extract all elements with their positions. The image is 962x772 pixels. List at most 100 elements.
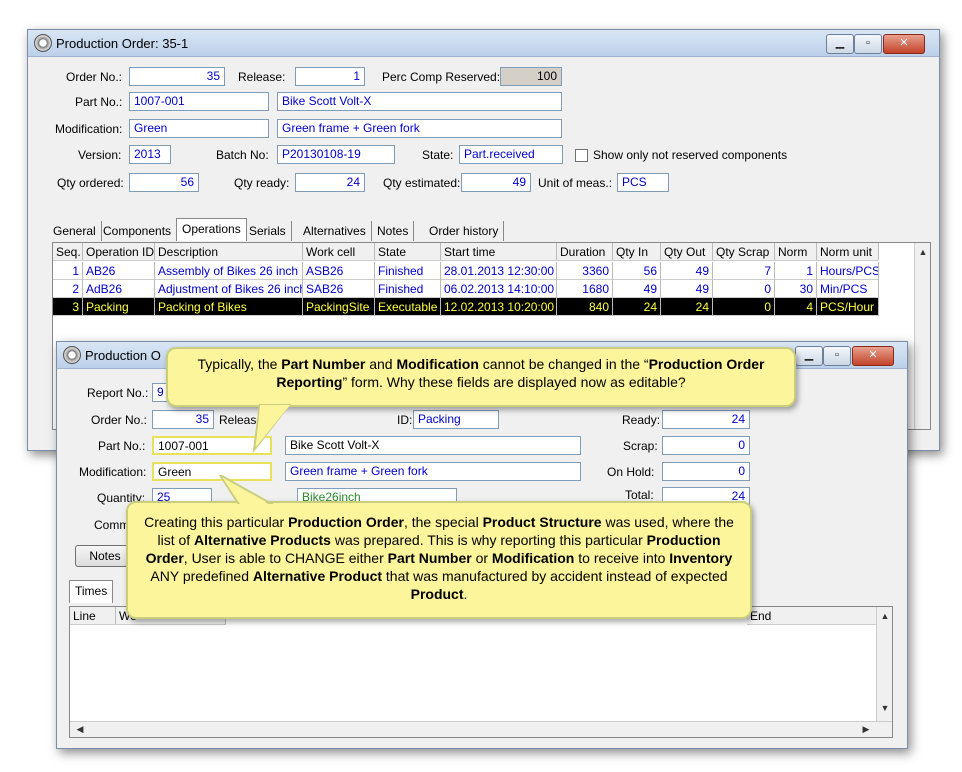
table-row-1-cell-9[interactable]: 7 xyxy=(713,262,775,280)
table-row-3-cell-3[interactable]: PackingSite xyxy=(303,298,375,316)
release-field[interactable]: 1 xyxy=(295,67,365,86)
table-row-2-cell-3[interactable]: SAB26 xyxy=(303,280,375,298)
tab-operations[interactable]: Operations xyxy=(176,218,247,241)
times-grid: Line Wo End ▲ ▼ ◀ ▶ xyxy=(69,606,893,738)
report-close-button[interactable]: ✕ xyxy=(852,346,894,366)
table-row-2-cell-4[interactable]: Finished xyxy=(375,280,441,298)
tab-components[interactable]: Components xyxy=(98,221,178,241)
tab-serials[interactable]: Serials xyxy=(244,221,292,241)
times-scroll-up-icon[interactable]: ▲ xyxy=(877,611,892,621)
table-row-1-cell-4[interactable]: Finished xyxy=(375,262,441,280)
times-vertical-scrollbar[interactable]: ▲ ▼ xyxy=(876,607,892,721)
table-row-2-cell-5[interactable]: 06.02.2013 14:10:00 xyxy=(441,280,557,298)
table-row-2-cell-6[interactable]: 1680 xyxy=(557,280,613,298)
grid-header-cell-9[interactable]: Qty Scrap xyxy=(713,243,775,261)
report-order-no-field[interactable]: 35 xyxy=(152,410,214,429)
table-row-3-cell-6[interactable]: 840 xyxy=(557,298,613,316)
qty-estimated-field[interactable]: 49 xyxy=(461,173,531,192)
grid-header-cell-11[interactable]: Norm unit xyxy=(817,243,879,261)
table-row-1-cell-8[interactable]: 49 xyxy=(661,262,713,280)
table-row-1-cell-0[interactable]: 1 xyxy=(53,262,83,280)
grid-header-cell-8[interactable]: Qty Out xyxy=(661,243,713,261)
state-field[interactable]: Part.received xyxy=(459,145,563,164)
table-row-1-cell-2[interactable]: Assembly of Bikes 26 inch xyxy=(155,262,303,280)
table-row-2-cell-9[interactable]: 0 xyxy=(713,280,775,298)
grid-header-cell-7[interactable]: Qty In xyxy=(613,243,661,261)
report-minimize-button[interactable]: ▁ xyxy=(795,346,823,366)
table-row-2-cell-2[interactable]: Adjustment of Bikes 26 inch xyxy=(155,280,303,298)
tab-times[interactable]: Times xyxy=(69,580,114,603)
table-row-2-cell-7[interactable]: 49 xyxy=(613,280,661,298)
state-label: State: xyxy=(422,148,454,162)
ready-field[interactable]: 24 xyxy=(662,410,750,429)
version-field[interactable]: 2013 xyxy=(129,145,171,164)
table-row-2-cell-11[interactable]: Min/PCS xyxy=(817,280,879,298)
title-bar[interactable]: Production Order: 35-1 ▁ ▫ ✕ xyxy=(28,30,939,57)
minimize-button[interactable]: ▁ xyxy=(826,34,854,54)
table-row-1-cell-7[interactable]: 56 xyxy=(613,262,661,280)
batch-no-label: Batch No: xyxy=(216,148,269,162)
table-row-2-cell-8[interactable]: 49 xyxy=(661,280,713,298)
table-row-3-cell-7[interactable]: 24 xyxy=(613,298,661,316)
qty-ready-field[interactable]: 24 xyxy=(295,173,365,192)
table-row-3-cell-5[interactable]: 12.02.2013 10:20:00 xyxy=(441,298,557,316)
qty-ordered-field[interactable]: 56 xyxy=(129,173,199,192)
table-row-3-cell-1[interactable]: Packing xyxy=(83,298,155,316)
scrap-field[interactable]: 0 xyxy=(662,436,750,455)
table-row-3-cell-4[interactable]: Executable xyxy=(375,298,441,316)
grid-header-cell-1[interactable]: Operation ID xyxy=(83,243,155,261)
grid-header-cell-0[interactable]: Seq. xyxy=(53,243,83,261)
tab-order-history[interactable]: Order history xyxy=(424,221,505,241)
modification-desc-field[interactable]: Green frame + Green fork xyxy=(277,119,562,138)
times-scroll-down-icon[interactable]: ▼ xyxy=(877,703,892,713)
report-modification-desc-field[interactable]: Green frame + Green fork xyxy=(285,462,581,481)
perc-comp-field: 100 xyxy=(500,67,562,86)
batch-no-field[interactable]: P20130108-19 xyxy=(277,145,395,164)
table-row-3-cell-0[interactable]: 3 xyxy=(53,298,83,316)
table-row-1-cell-5[interactable]: 28.01.2013 12:30:00 xyxy=(441,262,557,280)
tab-general[interactable]: General xyxy=(48,221,102,241)
tab-alternatives[interactable]: Alternatives xyxy=(298,221,372,241)
times-col-line[interactable]: Line xyxy=(70,607,116,625)
table-row-1-cell-11[interactable]: Hours/PCS xyxy=(817,262,879,280)
grid-header-cell-5[interactable]: Start time xyxy=(441,243,557,261)
scroll-up-icon[interactable]: ▲ xyxy=(915,247,930,257)
operation-id-field[interactable]: Packing xyxy=(413,410,499,429)
table-row-2-cell-10[interactable]: 30 xyxy=(775,280,817,298)
table-row-3-cell-10[interactable]: 4 xyxy=(775,298,817,316)
grid-header-cell-6[interactable]: Duration xyxy=(557,243,613,261)
show-only-checkbox[interactable] xyxy=(575,149,588,162)
modification-field[interactable]: Green xyxy=(129,119,269,138)
grid-header-cell-3[interactable]: Work cell xyxy=(303,243,375,261)
qty-ordered-label: Qty ordered: xyxy=(57,176,124,190)
grid-header-cell-4[interactable]: State xyxy=(375,243,441,261)
close-button[interactable]: ✕ xyxy=(883,34,925,54)
table-row-2-cell-0[interactable]: 2 xyxy=(53,280,83,298)
times-horizontal-scrollbar[interactable]: ◀ ▶ xyxy=(70,721,892,737)
table-row-1-cell-1[interactable]: AB26 xyxy=(83,262,155,280)
on-hold-field[interactable]: 0 xyxy=(662,462,750,481)
table-row-1-cell-10[interactable]: 1 xyxy=(775,262,817,280)
unit-field[interactable]: PCS xyxy=(617,173,669,192)
maximize-button[interactable]: ▫ xyxy=(854,34,882,54)
times-scroll-left-icon[interactable]: ◀ xyxy=(72,724,88,735)
times-scroll-right-icon[interactable]: ▶ xyxy=(858,724,874,735)
table-row-1-cell-3[interactable]: ASB26 xyxy=(303,262,375,280)
report-maximize-button[interactable]: ▫ xyxy=(823,346,851,366)
grid-header-cell-10[interactable]: Norm xyxy=(775,243,817,261)
report-modification-label: Modification: xyxy=(79,465,147,479)
table-row-1-cell-6[interactable]: 3360 xyxy=(557,262,613,280)
report-part-desc-field[interactable]: Bike Scott Volt-X xyxy=(285,436,581,455)
table-row-3-cell-11[interactable]: PCS/Hour xyxy=(817,298,879,316)
tab-notes[interactable]: Notes xyxy=(372,221,415,241)
order-no-field[interactable]: 35 xyxy=(129,67,225,86)
part-desc-field[interactable]: Bike Scott Volt-X xyxy=(277,92,562,111)
grid-header-cell-2[interactable]: Description xyxy=(155,243,303,261)
table-row-3-cell-9[interactable]: 0 xyxy=(713,298,775,316)
part-no-field[interactable]: 1007-001 xyxy=(129,92,269,111)
table-row-3-cell-2[interactable]: Packing of Bikes xyxy=(155,298,303,316)
times-col-end[interactable]: End xyxy=(747,607,877,625)
table-row-2-cell-1[interactable]: AdB26 xyxy=(83,280,155,298)
table-row-3-cell-8[interactable]: 24 xyxy=(661,298,713,316)
operations-vertical-scrollbar[interactable]: ▲ xyxy=(914,243,930,429)
